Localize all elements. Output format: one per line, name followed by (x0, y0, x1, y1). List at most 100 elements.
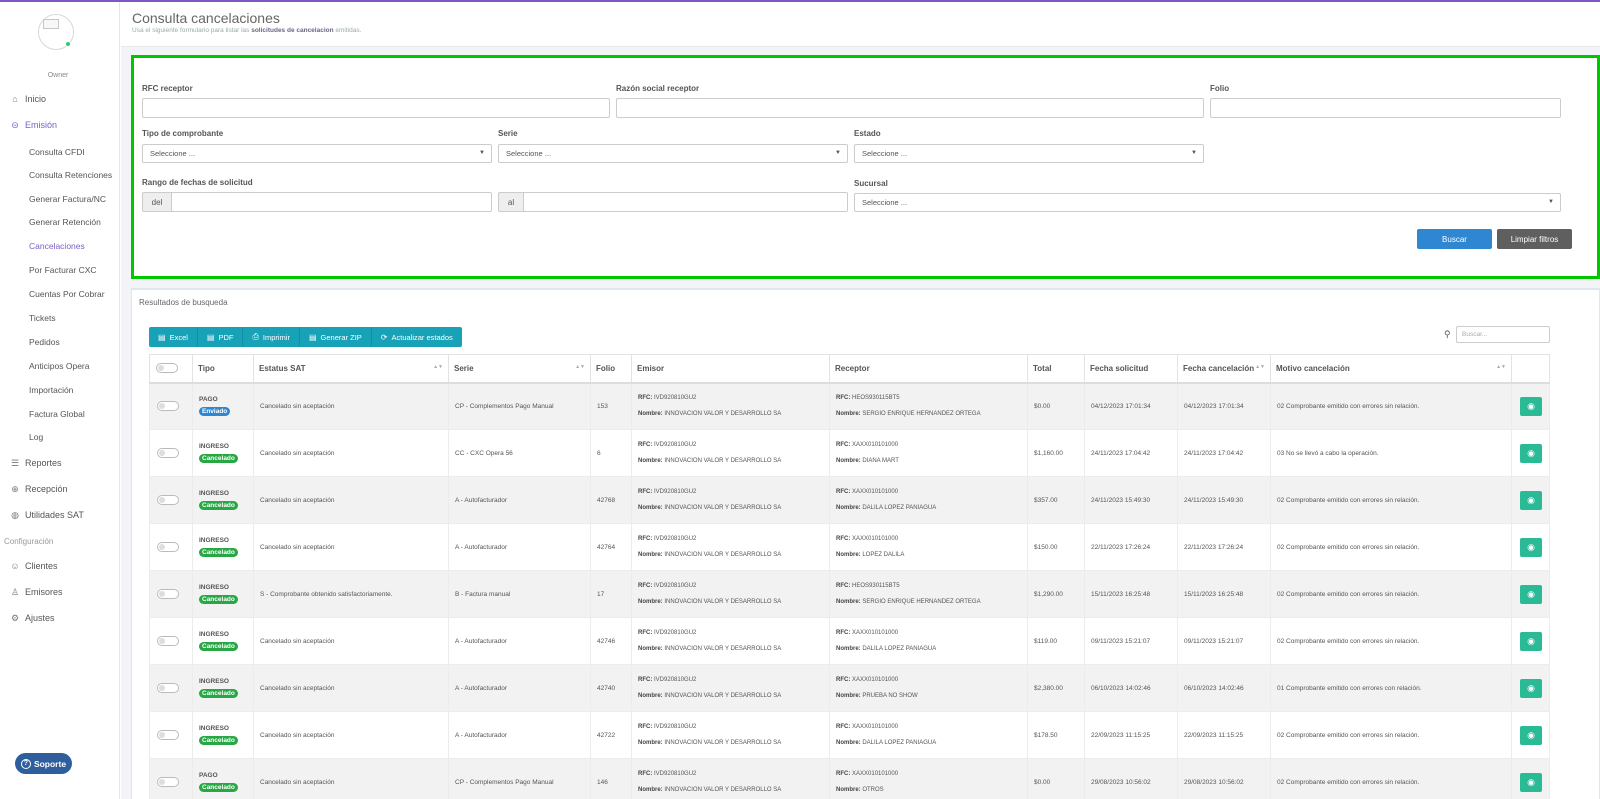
subtitle-text: emitidas. (333, 27, 362, 34)
subnav-cuentas-por-cobrar[interactable]: Cuentas Por Cobrar (29, 289, 105, 299)
folio-input[interactable] (1210, 98, 1561, 118)
nav-utilidades-sat[interactable]: ◍ Utilidades SAT (0, 506, 84, 524)
subnav-log[interactable]: Log (29, 432, 43, 442)
table-row: PAGO Cancelado Cancelado sin aceptación CP … (149, 758, 1550, 799)
receptor-cell: RFC: XAXX010101000 Nombre: PRUEBA NO SHOW (829, 664, 1028, 712)
emisor-nombre: Nombre: INNOVACION VALOR Y DESARROLLO SA (638, 782, 829, 798)
subnav-pedidos[interactable]: Pedidos (29, 337, 60, 347)
status-badge: Cancelado (199, 783, 238, 792)
fecha-cancelacion-cell: 22/09/2023 11:15:25 (1177, 711, 1271, 759)
col-tipo[interactable]: Tipo (192, 354, 254, 384)
row-toggle[interactable] (157, 401, 179, 412)
nav-emision[interactable]: ⊝ Emisión (0, 116, 57, 134)
col-fecha-cancelacion[interactable]: Fecha cancelación ▲▼ (1177, 354, 1271, 384)
nav-label: Clientes (25, 561, 58, 571)
receptor-nombre: Nombre: DALILA LOPEZ PANIAGUA (836, 735, 1027, 751)
col-folio[interactable]: Folio (590, 354, 632, 384)
row-toggle[interactable] (157, 589, 179, 599)
toolbar-label: Generar ZIP (320, 332, 362, 342)
view-button[interactable]: ◉ (1520, 537, 1542, 557)
generar-zip-button[interactable]: ▤ Generar ZIP (299, 327, 372, 347)
estado-select[interactable]: Seleccione ... ▼ (854, 144, 1204, 163)
row-select-cell (149, 570, 193, 618)
subnav-consulta-cfdi[interactable]: Consulta CFDI (29, 147, 85, 157)
sidebar: Owner ⌂ Inicio ⊝ Emisión Consulta CFDI C… (0, 2, 120, 799)
nav-emisores[interactable]: ♙ Emisores (0, 583, 63, 601)
view-button[interactable]: ◉ (1520, 678, 1542, 698)
tipo-cell: INGRESO Cancelado (192, 711, 254, 759)
col-motivo-cancelacion[interactable]: Motivo cancelación ▲▼ (1270, 354, 1512, 384)
buscar-button[interactable]: Buscar (1417, 229, 1492, 249)
column-label: Motivo cancelación (1276, 363, 1350, 373)
subnav-cancelaciones[interactable]: Cancelaciones (29, 241, 85, 251)
search-icon: ⚲ (1444, 329, 1451, 339)
rfc-key: RFC: (638, 395, 653, 402)
receptor-cell: RFC: HEOS930115BT5 Nombre: SERGIO ENRIQUE… (829, 570, 1028, 618)
row-toggle[interactable] (157, 777, 179, 787)
nav-label: Utilidades SAT (25, 510, 84, 520)
nav-ajustes[interactable]: ⚙ Ajustes (0, 609, 55, 627)
estatus-cell: Cancelado sin aceptación (253, 664, 449, 712)
view-button[interactable]: ◉ (1520, 772, 1542, 792)
actualizar-estados-button[interactable]: ⟳ Actualizar estados (371, 327, 462, 347)
eye-icon: ◉ (1527, 541, 1535, 552)
nav-clientes[interactable]: ☺ Clientes (0, 557, 58, 575)
view-button[interactable]: ◉ (1520, 490, 1542, 510)
sucursal-select[interactable]: Seleccione ... ▼ (854, 193, 1561, 212)
nav-recepcion[interactable]: ⊕ Recepción (0, 480, 68, 498)
receptor-rfc: RFC: XAXX010101000 (836, 766, 1027, 782)
subnav-tickets[interactable]: Tickets (29, 313, 56, 323)
col-estatus-sat[interactable]: Estatus SAT ▲▼ (253, 354, 449, 384)
view-button[interactable]: ◉ (1520, 443, 1542, 463)
support-button[interactable]: ? Soporte (15, 753, 72, 774)
nav-label: Emisores (25, 587, 63, 597)
subnav-generar-retencion[interactable]: Generar Retención (29, 217, 101, 227)
config-section-label: Configuración (4, 537, 54, 546)
nav-label: Recepción (25, 484, 68, 494)
subnav-anticipos-opera[interactable]: Anticipos Opera (29, 361, 89, 371)
eye-icon: ◉ (1527, 776, 1535, 787)
view-button[interactable]: ◉ (1520, 584, 1542, 604)
row-toggle[interactable] (157, 683, 179, 693)
imprimir-button[interactable]: ⎙ Imprimir (243, 327, 300, 347)
subnav-consulta-retenciones[interactable]: Consulta Retenciones (29, 170, 112, 180)
pdf-button[interactable]: ▤ PDF (197, 327, 244, 347)
view-button[interactable]: ◉ (1520, 396, 1542, 416)
serie-select[interactable]: Seleccione ... ▼ (498, 144, 848, 163)
row-toggle[interactable] (157, 730, 179, 740)
subnav-por-facturar-cxc[interactable]: Por Facturar CXC (29, 265, 97, 275)
limpiar-filtros-button[interactable]: Limpiar filtros (1497, 229, 1572, 249)
nav-label: Inicio (25, 94, 47, 104)
tipo-comprobante-select[interactable]: Seleccione ... ▼ (142, 144, 492, 163)
row-toggle[interactable] (157, 542, 179, 552)
rfc-input[interactable] (142, 98, 610, 118)
row-toggle[interactable] (157, 448, 179, 458)
table-header-row: Tipo Estatus SAT ▲▼ Serie ▲▼ Folio Emisor … (149, 354, 1550, 384)
fecha-del-input[interactable] (171, 192, 492, 212)
row-toggle[interactable] (157, 636, 179, 646)
col-emisor[interactable]: Emisor (631, 354, 830, 384)
nav-reportes[interactable]: ☰ Reportes (0, 454, 62, 472)
col-receptor[interactable]: Receptor (829, 354, 1028, 384)
fecha-solicitud-cell: 04/12/2023 17:01:34 (1084, 382, 1178, 430)
view-button[interactable]: ◉ (1520, 631, 1542, 651)
view-button[interactable]: ◉ (1520, 725, 1542, 745)
rfc-key: RFC: (638, 536, 653, 542)
col-total[interactable]: Total (1027, 354, 1085, 384)
avatar[interactable] (38, 14, 74, 50)
subnav-generar-factura[interactable]: Generar Factura/NC (29, 194, 106, 204)
row-toggle[interactable] (157, 495, 179, 505)
receptor-rfc: RFC: XAXX010101000 (836, 531, 1027, 547)
excel-button[interactable]: ▤ Excel (149, 327, 198, 347)
razon-social-input[interactable] (616, 98, 1204, 118)
subnav-factura-global[interactable]: Factura Global (29, 409, 85, 419)
col-fecha-solicitud[interactable]: Fecha solicitud (1084, 354, 1178, 384)
col-serie[interactable]: Serie ▲▼ (448, 354, 591, 384)
fecha-al-input[interactable] (523, 192, 848, 212)
folio-cell: 6 (590, 429, 632, 477)
receptor-rfc: RFC: XAXX010101000 (836, 672, 1027, 688)
subnav-importacion[interactable]: Importación (29, 385, 73, 395)
nav-inicio[interactable]: ⌂ Inicio (0, 90, 46, 108)
table-search-input[interactable]: Buscar... (1456, 326, 1550, 343)
select-all-toggle[interactable] (156, 363, 178, 374)
